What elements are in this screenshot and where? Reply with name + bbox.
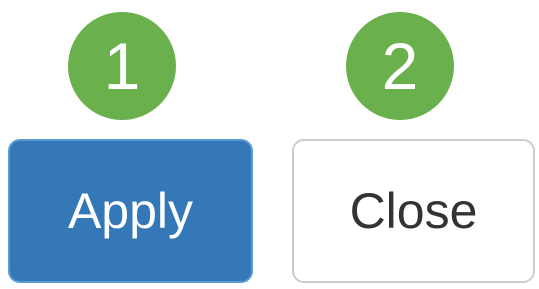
apply-button-label: Apply [67, 183, 194, 239]
close-button[interactable]: Close [292, 139, 535, 283]
close-button-label: Close [349, 183, 478, 239]
step-1-badge: 1 [68, 12, 176, 120]
step-2-badge: 2 [346, 12, 454, 120]
apply-button[interactable]: Apply [8, 139, 253, 283]
step-1-label: 1 [103, 29, 141, 103]
step-2-label: 2 [381, 29, 419, 103]
